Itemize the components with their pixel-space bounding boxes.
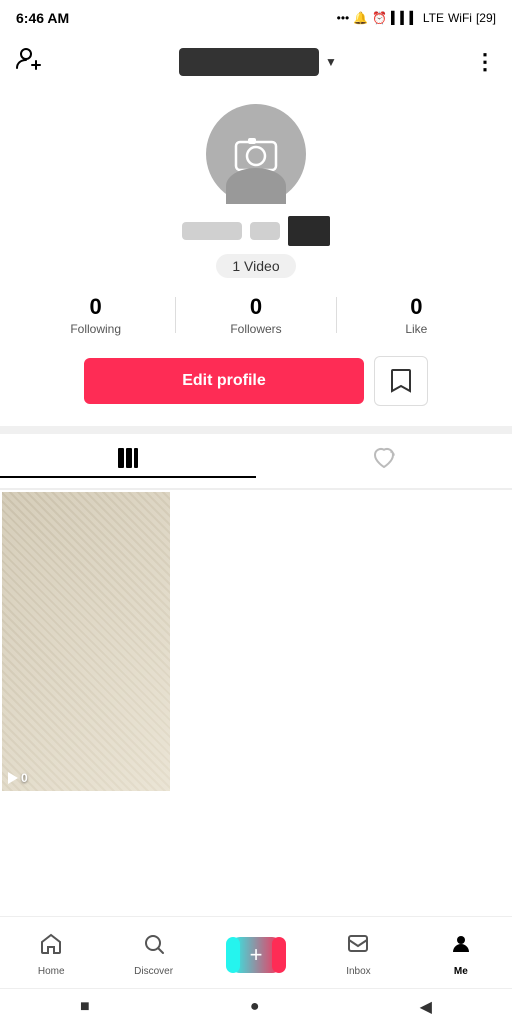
tab-liked[interactable]	[256, 446, 512, 476]
status-bar: 6:46 AM ••• 🔔 ⏰ ▍▍▍ LTE WiFi [29]	[0, 0, 512, 36]
system-back-button[interactable]: ◀	[420, 997, 432, 1017]
inbox-label: Inbox	[346, 966, 370, 977]
play-count-number: 0	[21, 771, 28, 785]
nav-me[interactable]: Me	[410, 932, 512, 977]
system-nav-bar: ■ ● ◀	[0, 988, 512, 1024]
create-button[interactable]: +	[230, 937, 282, 973]
more-options-button[interactable]: ⋮	[474, 49, 496, 75]
play-icon	[8, 772, 18, 784]
action-row: Edit profile	[0, 356, 512, 426]
likes-label: Like	[405, 322, 427, 336]
dropdown-arrow[interactable]: ▼	[325, 55, 337, 69]
username-bar	[179, 48, 319, 76]
video-play-count: 0	[8, 771, 28, 785]
home-icon	[39, 932, 63, 963]
me-icon	[449, 932, 473, 963]
alarm-icon: ⏰	[372, 11, 387, 25]
me-label: Me	[454, 966, 468, 977]
username-area[interactable]: ▼	[179, 48, 337, 76]
followers-label: Followers	[230, 322, 281, 336]
nav-discover[interactable]: Discover	[102, 932, 204, 977]
bookmark-button[interactable]	[374, 356, 428, 406]
wifi-icon: WiFi	[448, 11, 472, 25]
status-icons: ••• 🔔 ⏰ ▍▍▍ LTE WiFi [29]	[337, 11, 496, 25]
plus-icon: +	[250, 944, 263, 966]
grid-icon	[116, 446, 140, 476]
likes-count: 0	[410, 294, 422, 320]
video-count-badge: 1 Video	[216, 254, 295, 278]
tab-grid[interactable]	[0, 446, 256, 478]
username-bar-2	[250, 222, 280, 240]
following-label: Following	[70, 322, 121, 336]
add-user-button[interactable]	[16, 47, 42, 77]
plus-btn-container: +	[205, 937, 307, 973]
status-time: 6:46 AM	[16, 10, 69, 26]
video-thumbnail[interactable]: 0	[2, 492, 170, 791]
mute-icon: 🔔	[353, 11, 368, 25]
battery-icon: [29]	[476, 11, 496, 25]
following-stat[interactable]: 0 Following	[16, 294, 175, 336]
heart-icon	[371, 446, 397, 476]
edit-profile-button[interactable]: Edit profile	[84, 358, 364, 404]
nav-home[interactable]: Home	[0, 932, 102, 977]
username-bar-1	[182, 222, 242, 240]
home-label: Home	[38, 966, 65, 977]
section-divider	[0, 426, 512, 434]
signal-bars: ▍▍▍	[391, 11, 419, 25]
top-nav: ▼ ⋮	[0, 36, 512, 88]
system-square-button[interactable]: ■	[80, 998, 90, 1016]
stats-row: 0 Following 0 Followers 0 Like	[16, 294, 496, 336]
username-bar-3	[288, 216, 330, 246]
likes-stat[interactable]: 0 Like	[337, 294, 496, 336]
tabs-row	[0, 434, 512, 490]
avatar-silhouette	[226, 168, 286, 204]
lte-icon: LTE	[423, 11, 444, 25]
thumbnail-image	[2, 492, 170, 791]
nav-inbox[interactable]: Inbox	[307, 932, 409, 977]
following-count: 0	[90, 294, 102, 320]
avatar[interactable]	[206, 104, 306, 204]
discover-label: Discover	[134, 966, 173, 977]
profile-section: 1 Video 0 Following 0 Followers 0 Like	[0, 88, 512, 356]
username-placeholder	[182, 216, 330, 246]
bottom-nav: Home Discover + Inbox	[0, 916, 512, 988]
followers-count: 0	[250, 294, 262, 320]
content-spacer	[0, 836, 512, 916]
video-grid: 0	[0, 490, 512, 836]
signal-dots: •••	[337, 11, 350, 25]
discover-icon	[142, 932, 166, 963]
system-circle-button[interactable]: ●	[250, 998, 260, 1016]
inbox-icon	[346, 932, 370, 963]
followers-stat[interactable]: 0 Followers	[176, 294, 335, 336]
